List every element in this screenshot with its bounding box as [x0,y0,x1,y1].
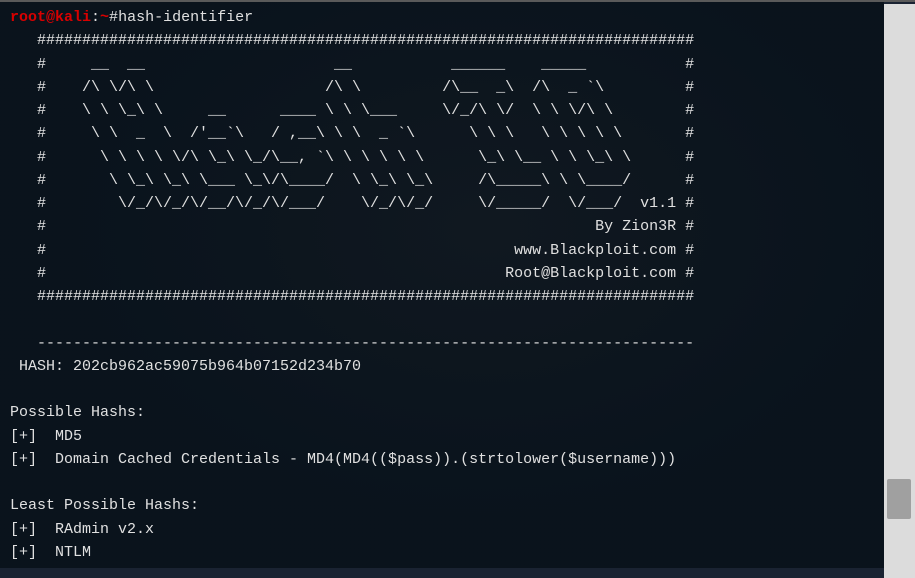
blank-line [10,308,874,331]
possible-hash-item: [+] MD5 [10,425,874,448]
prompt-path: ~ [100,6,109,29]
blank-line [10,378,874,401]
least-possible-hash-item: [+] RAdmin v2.x [10,518,874,541]
banner-line: # www.Blackploit.com # [10,239,874,262]
least-possible-hashes-header: Least Possible Hashs: [10,494,874,517]
banner-line: # /\ \/\ \ /\ \ /\__ _\ /\ _ `\ # [10,76,874,99]
prompt-separator: : [91,6,100,29]
command-input[interactable]: hash-identifier [118,6,253,29]
blank-line [10,471,874,494]
possible-hash-item: [+] Domain Cached Credentials - MD4(MD4(… [10,448,874,471]
least-possible-hash-item: [+] NTLM [10,541,874,564]
scrollbar-track[interactable] [884,4,915,578]
prompt-user-host: root@kali [10,6,91,29]
hash-prompt-label: HASH: [10,358,73,375]
banner-line: # \ \ \_\ \ __ ____ \ \ \___ \/_/\ \/ \ … [10,99,874,122]
banner-line: # By Zion3R # [10,215,874,238]
separator-line: ----------------------------------------… [10,332,874,355]
prompt-line: root@kali:~# hash-identifier [10,6,874,29]
terminal-viewport[interactable]: root@kali:~# hash-identifier ###########… [0,2,884,568]
hash-input-value[interactable]: 202cb962ac59075b964b07152d234b70 [73,358,361,375]
possible-hashes-header: Possible Hashs: [10,401,874,424]
banner-line: ########################################… [10,285,874,308]
terminal-window: root@kali:~# hash-identifier ###########… [0,0,915,578]
scrollbar-thumb[interactable] [887,479,911,519]
banner-line: # Root@Blackploit.com # [10,262,874,285]
banner-line: # \ \ \ \ \/\ \_\ \_/\__, `\ \ \ \ \ \ \… [10,146,874,169]
prompt-hash: # [109,6,118,29]
hash-input-line: HASH: 202cb962ac59075b964b07152d234b70 [10,355,874,378]
banner-line: ########################################… [10,29,874,52]
banner-line: # \ \ _ \ /'__`\ / ,__\ \ \ _ `\ \ \ \ \… [10,122,874,145]
banner-line: # \ \_\ \_\ \___ \_\/\____/ \ \_\ \_\ /\… [10,169,874,192]
banner-line: # \/_/\/_/\/__/\/_/\/___/ \/_/\/_/ \/___… [10,192,874,215]
banner-line: # __ __ __ ______ _____ # [10,53,874,76]
